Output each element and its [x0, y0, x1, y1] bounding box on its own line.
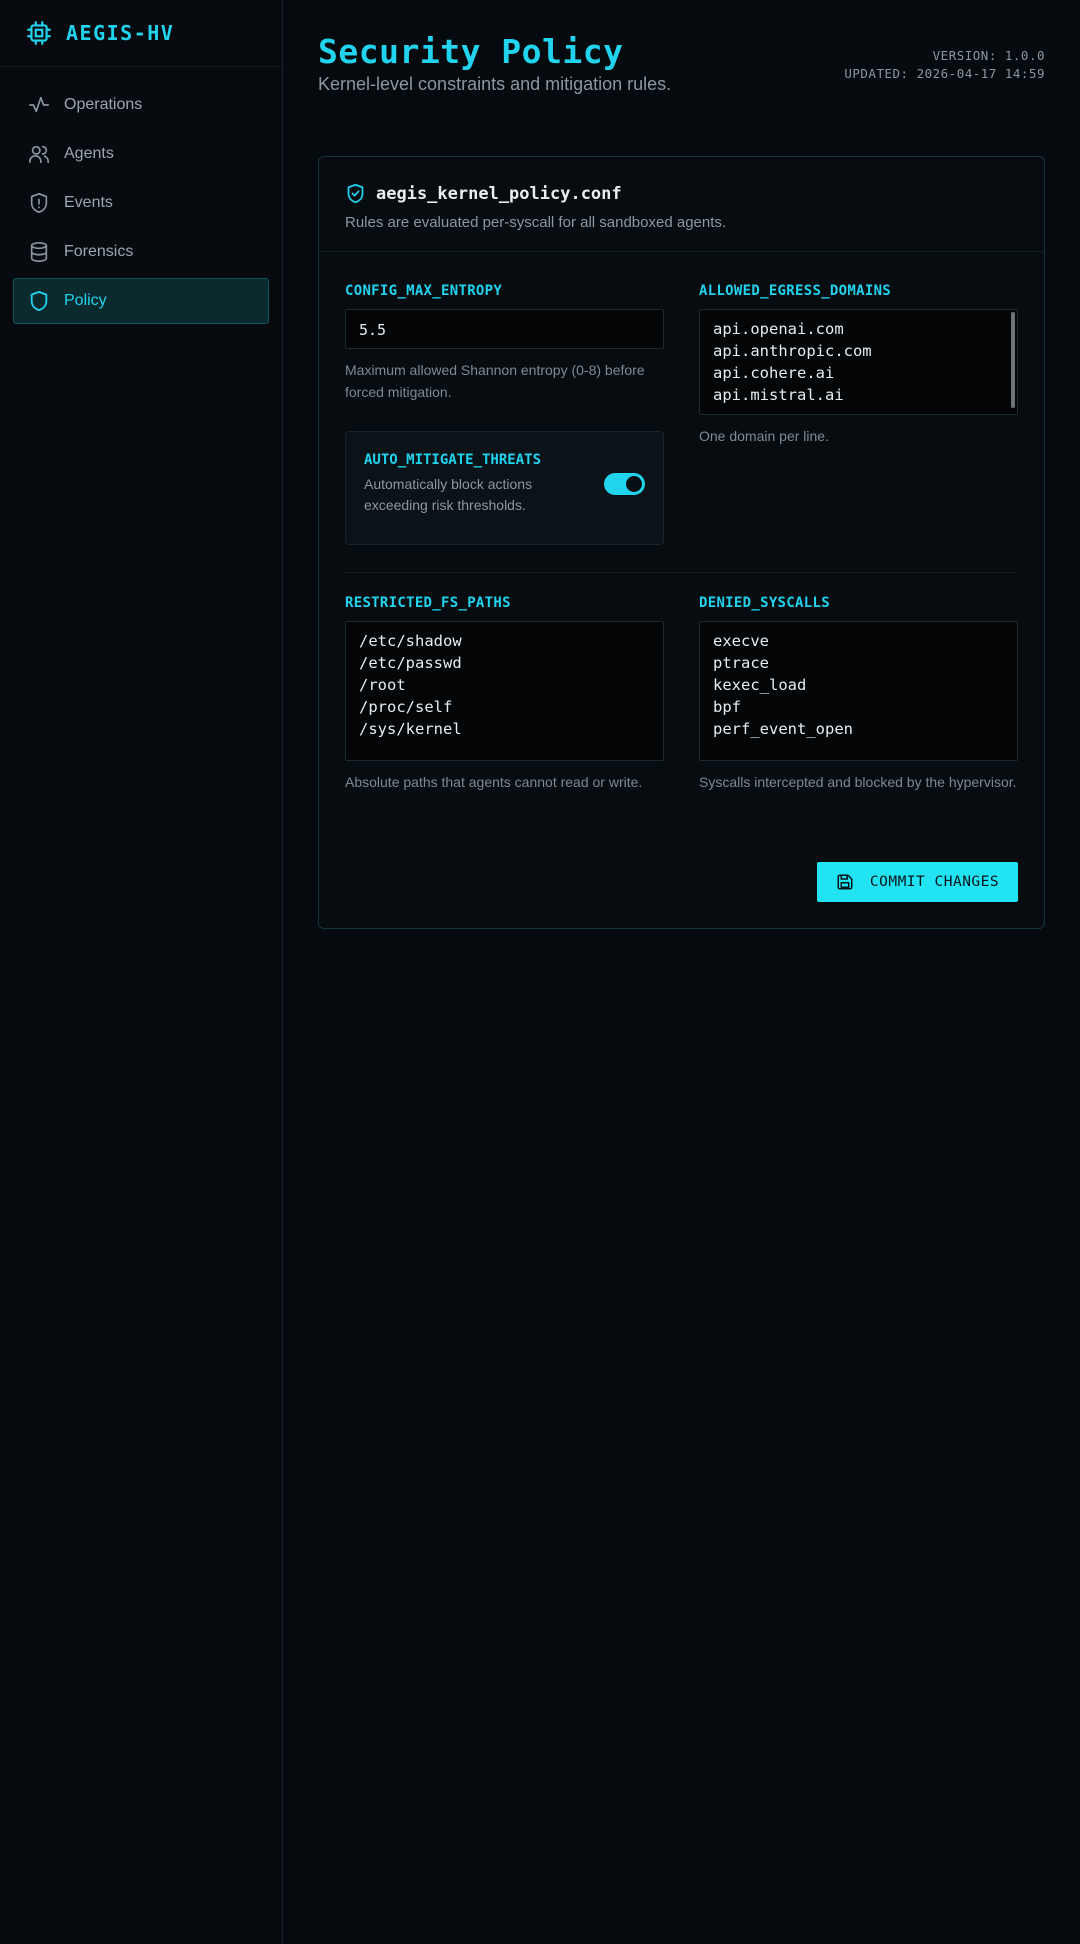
textarea-line: /proc/self [359, 698, 453, 716]
sidebar-item-label: Operations [64, 96, 143, 113]
main-content: Security Policy Kernel-level constraints… [283, 0, 1080, 1944]
sidebar: AEGIS-HV Operations Agents Events Forens… [0, 0, 283, 1944]
fs-paths-help: Absolute paths that agents cannot read o… [345, 774, 643, 790]
textarea-line: /sys/kernel [359, 720, 462, 738]
cpu-chip-icon [26, 20, 52, 46]
max-entropy-input[interactable]: 5.5 [345, 309, 664, 349]
sidebar-item-policy[interactable]: Policy [13, 278, 269, 324]
sidebar-item-label: Policy [64, 292, 107, 309]
textarea-line: /root [359, 676, 406, 694]
database-icon [30, 242, 48, 262]
textarea-scrollbar[interactable] [1011, 312, 1015, 408]
page-header: Security Policy Kernel-level constraints… [318, 32, 1045, 124]
textarea-line: /etc/shadow [359, 632, 462, 650]
sidebar-nav: Operations Agents Events Forensics Polic… [0, 67, 282, 342]
shield-check-icon [347, 183, 364, 204]
max-entropy-group: CONFIG_MAX_ENTROPY 5.5 Maximum allowed S… [345, 283, 664, 545]
egress-domains-group: ALLOWED_EGRESS_DOMAINS api.openai.com ap… [699, 283, 1018, 447]
brand[interactable]: AEGIS-HV [0, 0, 282, 67]
sidebar-item-label: Events [64, 194, 113, 211]
textarea-line: api.openai.com [713, 320, 844, 338]
sidebar-item-agents[interactable]: Agents [13, 131, 269, 177]
shield-alert-icon [30, 193, 48, 213]
max-entropy-help: Maximum allowed Shannon entropy (0-8) be… [345, 362, 645, 400]
app-root: AEGIS-HV Operations Agents Events Forens… [0, 0, 1080, 1944]
textarea-line: api.anthropic.com [713, 342, 872, 360]
activity-icon [29, 96, 49, 113]
max-entropy-label: CONFIG_MAX_ENTROPY [345, 283, 503, 299]
textarea-line: api.cohere.ai [713, 364, 835, 382]
section-divider [345, 572, 1018, 573]
shield-icon [30, 290, 48, 312]
egress-domains-textarea[interactable]: api.openai.com api.anthropic.com api.coh… [699, 309, 1018, 415]
fs-paths-label: RESTRICTED_FS_PATHS [345, 595, 511, 611]
sidebar-item-operations[interactable]: Operations [13, 82, 269, 128]
sidebar-item-label: Forensics [64, 243, 134, 260]
textarea-line: ptrace [713, 654, 769, 672]
textarea-line: bpf [713, 698, 741, 716]
auto-mitigate-label: AUTO_MITIGATE_THREATS [364, 452, 542, 468]
card-title: aegis_kernel_policy.conf [376, 183, 622, 204]
sidebar-item-events[interactable]: Events [13, 180, 269, 226]
updated-text: UPDATED: 2026-04-17 14:59 [844, 66, 1045, 81]
textarea-line: kexec_load [713, 676, 807, 694]
users-icon [29, 145, 49, 164]
auto-mitigate-description: Automatically block actions exceeding ri… [364, 476, 533, 513]
toggle-knob [626, 476, 642, 492]
brand-name: AEGIS-HV [66, 21, 175, 45]
denied-syscalls-help: Syscalls intercepted and blocked by the … [699, 774, 1017, 790]
fs-paths-group: RESTRICTED_FS_PATHS /etc/shadow /etc/pas… [345, 595, 664, 793]
egress-domains-label: ALLOWED_EGRESS_DOMAINS [699, 283, 892, 299]
fs-paths-textarea[interactable]: /etc/shadow /etc/passwd /root /proc/self… [345, 621, 664, 761]
textarea-line: /etc/passwd [359, 654, 462, 672]
auto-mitigate-panel: AUTO_MITIGATE_THREATS Automatically bloc… [345, 431, 664, 545]
save-icon [837, 874, 853, 890]
policy-card: aegis_kernel_policy.conf Rules are evalu… [318, 156, 1045, 929]
textarea-line: perf_event_open [713, 720, 853, 738]
denied-syscalls-label: DENIED_SYSCALLS [699, 595, 830, 611]
commit-button-label: COMMIT CHANGES [869, 874, 1000, 890]
commit-changes-button[interactable]: COMMIT CHANGES [817, 862, 1018, 902]
sidebar-item-forensics[interactable]: Forensics [13, 229, 269, 275]
version-meta: VERSION: 1.0.0 UPDATED: 2026-04-17 14:59 [844, 47, 1045, 83]
textarea-line: execve [713, 632, 769, 650]
textarea-line: api.mistral.ai [713, 386, 844, 404]
card-description: Rules are evaluated per-syscall for all … [345, 214, 727, 231]
auto-mitigate-toggle[interactable] [604, 473, 645, 495]
egress-domains-help: One domain per line. [699, 428, 829, 444]
denied-syscalls-group: DENIED_SYSCALLS execve ptrace kexec_load… [699, 595, 1018, 793]
sidebar-item-label: Agents [64, 145, 114, 162]
card-header: aegis_kernel_policy.conf Rules are evalu… [319, 157, 1044, 252]
version-text: VERSION: 1.0.0 [932, 48, 1045, 63]
denied-syscalls-textarea[interactable]: execve ptrace kexec_load bpf perf_event_… [699, 621, 1018, 761]
